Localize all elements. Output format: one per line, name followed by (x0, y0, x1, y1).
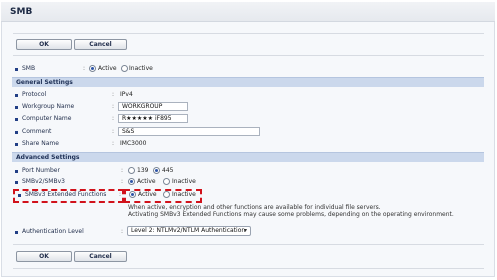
page-title: SMB (10, 7, 33, 17)
section-advanced-settings: Advanced Settings (12, 152, 484, 162)
bullet-icon (15, 181, 18, 184)
colon: : (83, 65, 86, 72)
bullet-icon (15, 106, 18, 109)
colon: : (112, 115, 115, 122)
colon: : (121, 167, 124, 174)
bullet-icon (15, 68, 18, 71)
bullet-icon (15, 170, 18, 173)
colon: : (121, 228, 124, 235)
port-139-label: 139 (137, 167, 149, 174)
smbv2-active-radio[interactable] (128, 178, 135, 185)
smbv3ext-inactive-radio[interactable] (163, 191, 170, 198)
bullet-icon (15, 143, 18, 146)
smbv2-smbv3-label: SMBv2/SMBv3 (22, 178, 65, 185)
colon: : (119, 191, 122, 198)
title-bar: SMB (1, 2, 495, 22)
port-445-label: 445 (162, 167, 174, 174)
authentication-level-label: Authentication Level (22, 228, 84, 235)
protocol-value: IPv4 (120, 91, 133, 98)
ok-button-bottom[interactable]: OK (16, 251, 72, 262)
divider (13, 244, 484, 245)
smb-inactive-label: Inactive (129, 65, 153, 72)
colon: : (112, 128, 115, 135)
section-general-settings: General Settings (12, 77, 484, 87)
ok-button-top[interactable]: OK (16, 39, 72, 50)
colon: : (112, 91, 115, 98)
smbv2-inactive-radio[interactable] (163, 178, 170, 185)
bullet-icon (18, 194, 21, 197)
port-139-radio[interactable] (128, 167, 135, 174)
divider (13, 268, 484, 269)
bullet-icon (15, 231, 18, 234)
smbv3ext-active-radio[interactable] (129, 191, 136, 198)
bullet-icon (15, 131, 18, 134)
colon: : (112, 140, 115, 147)
cancel-button-bottom[interactable]: Cancel (74, 251, 127, 262)
divider (13, 33, 484, 34)
colon: : (112, 103, 115, 110)
smb-label: SMB (22, 65, 36, 72)
comment-input[interactable]: S&S (118, 127, 260, 136)
smb-inactive-radio[interactable] (121, 65, 128, 72)
smbv2-active-label: Active (137, 178, 156, 185)
comment-label: Comment (22, 128, 52, 135)
bullet-icon (15, 94, 18, 97)
share-name-label: Share Name (22, 140, 59, 147)
smbv3ext-description-1: When active, encryption and other functi… (128, 204, 381, 211)
share-name-value: IMC3000 (120, 140, 147, 147)
port-445-radio[interactable] (153, 167, 160, 174)
smbv3ext-active-label: Active (138, 191, 157, 198)
smb-active-label: Active (98, 65, 117, 72)
workgroup-label: Workgroup Name (22, 103, 75, 110)
computer-name-input[interactable]: R★★★★★ iF895 (118, 114, 188, 123)
divider (13, 55, 484, 56)
smb-active-radio[interactable] (89, 65, 96, 72)
bullet-icon (15, 118, 18, 121)
smbv3-extended-functions-label: SMBv3 Extended Functions (25, 191, 107, 198)
chevron-down-icon: ▾ (243, 227, 247, 234)
cancel-button-top[interactable]: Cancel (74, 39, 127, 50)
port-number-label: Port Number (22, 167, 60, 174)
computer-name-label: Computer Name (22, 115, 72, 122)
smbv3ext-description-2: Activating SMBv3 Extended Functions may … (128, 211, 454, 218)
smbv3ext-inactive-label: Inactive (172, 191, 196, 198)
authentication-level-select[interactable]: Level 2: NTLMv2/NTLM Authentication ▾ (127, 226, 251, 236)
authentication-level-value: Level 2: NTLMv2/NTLM Authentication (131, 227, 246, 234)
colon: : (121, 178, 124, 185)
protocol-label: Protocol (22, 91, 47, 98)
smbv2-inactive-label: Inactive (172, 178, 196, 185)
workgroup-name-input[interactable]: WORKGROUP (118, 102, 188, 111)
